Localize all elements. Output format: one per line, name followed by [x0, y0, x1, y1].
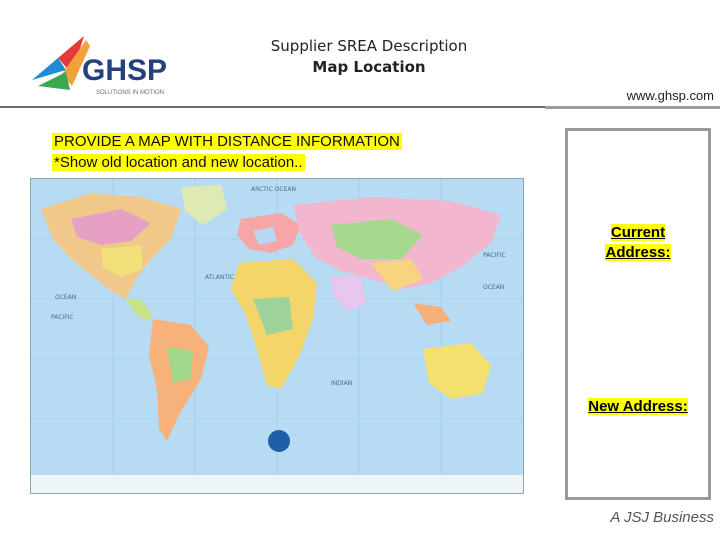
label-atlantic: ATLANTIC: [205, 274, 234, 281]
label-pacific-left: PACIFIC: [51, 314, 74, 321]
logo-tagline: SOLUTIONS IN MOTION: [96, 90, 164, 96]
title-line-1: Supplier SREA Description: [270, 37, 468, 55]
instruction-line-2: *Show old location and new location..: [52, 154, 305, 171]
current-address-label: Current Address:: [568, 223, 708, 263]
label-arctic: ARCTIC OCEAN: [251, 186, 296, 193]
label-ocean-left: OCEAN: [55, 294, 76, 301]
label-ocean-right: OCEAN: [483, 284, 504, 291]
map-publisher-seal: [268, 430, 290, 452]
label-indian: INDIAN: [331, 380, 352, 387]
new-address-label: New Address:: [568, 397, 708, 417]
website-url: www.ghsp.com: [626, 88, 714, 103]
slide-title: Supplier SREA Description Map Location: [180, 36, 558, 78]
address-panel: Current Address: New Address:: [565, 128, 711, 500]
current-address-line1: Current: [610, 224, 666, 241]
current-address-line2: Address:: [605, 244, 671, 261]
new-address-text: New Address:: [588, 398, 688, 415]
ghsp-logo: GHSP SOLUTIONS IN MOTION: [28, 30, 178, 102]
header-divider-accent: [545, 106, 720, 109]
title-line-2: Map Location: [312, 58, 426, 76]
label-pacific-right: PACIFIC: [483, 252, 506, 259]
instruction-line-1: PROVIDE A MAP WITH DISTANCE INFORMATION: [52, 133, 402, 150]
instruction-text: PROVIDE A MAP WITH DISTANCE INFORMATION …: [52, 131, 402, 173]
world-map-graphic: ARCTIC OCEAN PACIFIC ATLANTIC OCEAN INDI…: [31, 179, 523, 493]
logo-wordmark: GHSP: [82, 54, 167, 87]
world-map: ARCTIC OCEAN PACIFIC ATLANTIC OCEAN INDI…: [30, 178, 524, 494]
footer-tagline: A JSJ Business: [610, 509, 714, 526]
